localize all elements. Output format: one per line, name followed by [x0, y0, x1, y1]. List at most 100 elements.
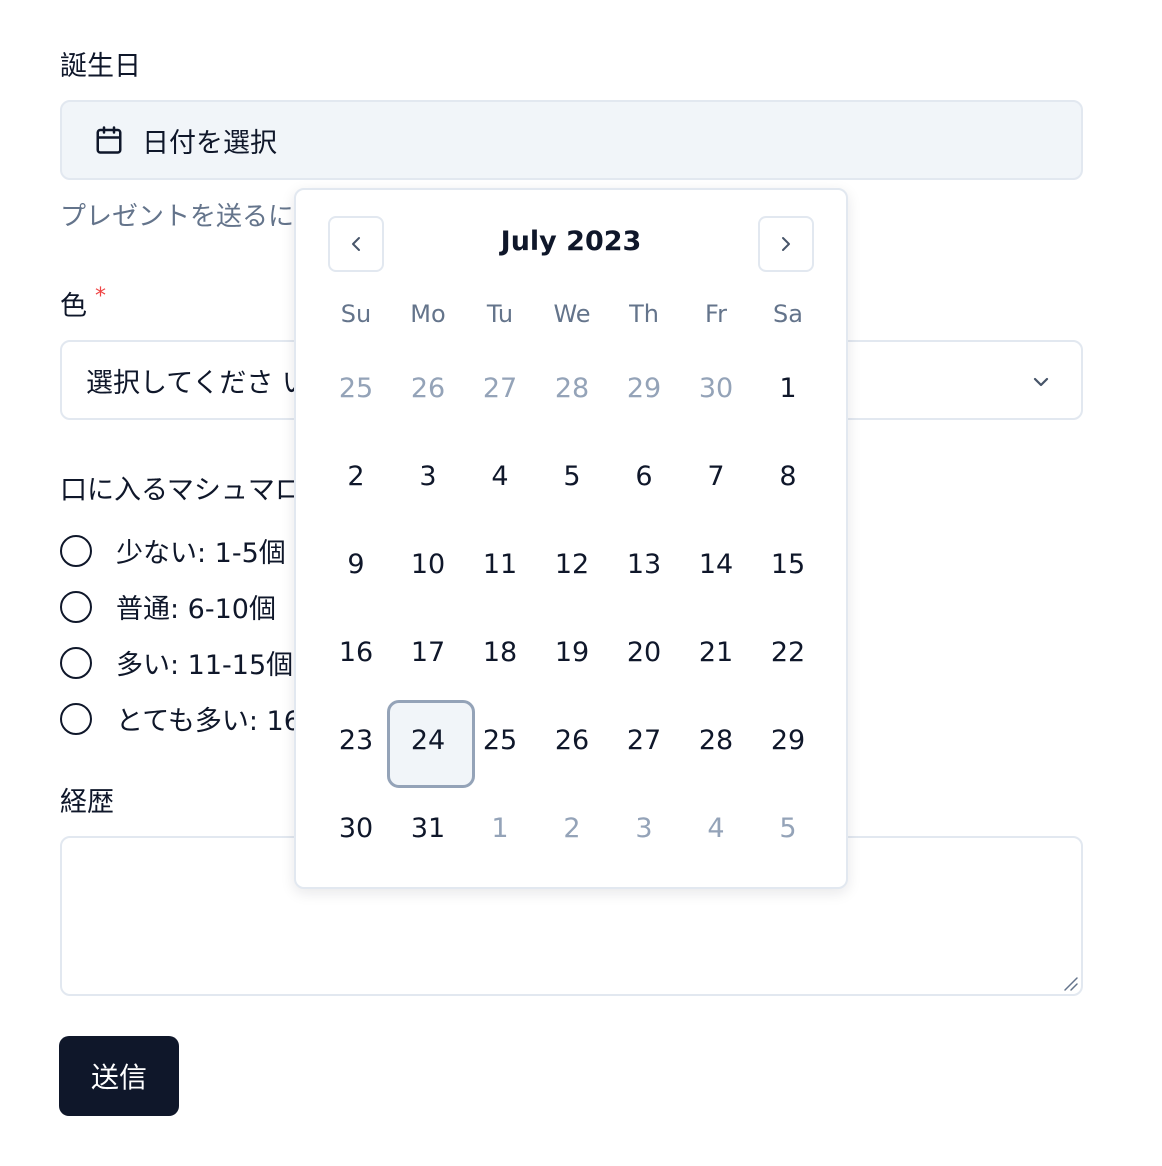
radio-option-many[interactable]: 多い: 11-15個 — [60, 643, 293, 682]
calendar-day-outside[interactable]: 27 — [464, 344, 536, 432]
calendar-day[interactable]: 17 — [392, 608, 464, 696]
radio-option-label: 普通: 6-10個 — [116, 594, 276, 625]
calendar-day[interactable]: 14 — [680, 520, 752, 608]
calendar-grid: 25 26 27 28 29 30 1 2 3 4 5 6 7 8 9 10 11 12 13 14 15 16 17 18 1… — [320, 344, 824, 872]
radio-option-very-many[interactable]: とても多い: 16 — [60, 699, 301, 738]
calendar-day[interactable]: 12 — [536, 520, 608, 608]
calendar-day-number: 23 — [338, 724, 374, 756]
calendar-day[interactable]: 10 — [392, 520, 464, 608]
required-mark: * — [95, 284, 106, 309]
calendar-day-number: 13 — [626, 548, 662, 580]
calendar-week: 25 26 27 28 29 30 1 — [320, 344, 824, 432]
calendar-day-number: 20 — [626, 636, 662, 668]
calendar-day[interactable]: 4 — [464, 432, 536, 520]
calendar-day-selected[interactable]: 24 — [387, 696, 475, 788]
resize-handle-icon[interactable] — [1061, 974, 1079, 992]
color-label: 色 * — [60, 284, 106, 323]
calendar-day-outside[interactable]: 25 — [320, 344, 392, 432]
weekday-label: Tu — [486, 300, 514, 328]
calendar-day[interactable]: 13 — [608, 520, 680, 608]
weekday-label: Th — [629, 300, 659, 328]
radio-button[interactable] — [60, 534, 92, 567]
calendar-day[interactable]: 2 — [320, 432, 392, 520]
calendar-day[interactable]: 8 — [752, 432, 824, 520]
calendar-day-outside[interactable]: 28 — [536, 344, 608, 432]
chevron-down-icon — [1033, 377, 1049, 387]
calendar-day[interactable]: 3 — [392, 432, 464, 520]
calendar-day-number: 7 — [707, 460, 725, 492]
calendar-day-number: 31 — [410, 812, 446, 844]
calendar-day[interactable]: 6 — [608, 432, 680, 520]
calendar-day-number: 3 — [419, 460, 437, 492]
calendar-day[interactable]: 16 — [320, 608, 392, 696]
calendar-day-number: 25 — [482, 724, 518, 756]
calendar-week: 9 10 11 12 13 14 15 — [320, 520, 824, 608]
date-picker-button[interactable]: 日付を選択 — [60, 100, 1083, 180]
calendar-day[interactable]: 7 — [680, 432, 752, 520]
calendar-day-number: 26 — [554, 724, 590, 756]
birthday-label: 誕生日 — [60, 51, 141, 82]
calendar-day-outside[interactable]: 1 — [464, 784, 536, 872]
calendar-day-outside[interactable]: 4 — [680, 784, 752, 872]
calendar-day[interactable]: 18 — [464, 608, 536, 696]
calendar-day[interactable]: 1 — [752, 344, 824, 432]
calendar-day[interactable]: 5 — [536, 432, 608, 520]
calendar-day-number: 5 — [779, 812, 797, 844]
calendar-day-number: 8 — [779, 460, 797, 492]
calendar-day-outside[interactable]: 26 — [392, 344, 464, 432]
calendar-day[interactable]: 29 — [752, 696, 824, 784]
birthday-helper-text: プレゼントを送るに — [60, 202, 295, 232]
calendar-day-number: 25 — [338, 372, 374, 404]
calendar-day-number: 4 — [491, 460, 509, 492]
calendar-day-number: 21 — [698, 636, 734, 668]
calendar-day[interactable]: 31 — [392, 784, 464, 872]
calendar-day-outside[interactable]: 29 — [608, 344, 680, 432]
calendar-day[interactable]: 28 — [680, 696, 752, 784]
calendar-day[interactable]: 25 — [464, 696, 536, 784]
radio-option-label: 少ない: 1-5個 — [116, 538, 286, 569]
calendar-day[interactable]: 21 — [680, 608, 752, 696]
calendar-day-number: 2 — [347, 460, 365, 492]
calendar-day-number: 6 — [635, 460, 653, 492]
submit-button[interactable]: 送信 — [59, 1036, 179, 1116]
radio-button[interactable] — [60, 590, 92, 623]
calendar-week: 16 17 18 19 20 21 22 — [320, 608, 824, 696]
radio-option-few[interactable]: 少ない: 1-5個 — [60, 531, 286, 570]
calendar-day[interactable]: 30 — [320, 784, 392, 872]
calendar-day-outside[interactable]: 5 — [752, 784, 824, 872]
calendar-day-outside[interactable]: 2 — [536, 784, 608, 872]
calendar-day[interactable]: 11 — [464, 520, 536, 608]
calendar-day-number: 14 — [698, 548, 734, 580]
weekday-label: Mo — [410, 300, 446, 328]
radio-option-normal[interactable]: 普通: 6-10個 — [60, 587, 276, 626]
calendar-day-number: 16 — [338, 636, 374, 668]
calendar-day-number: 10 — [410, 548, 446, 580]
weekday-label: We — [553, 300, 591, 328]
calendar-day[interactable]: 26 — [536, 696, 608, 784]
radio-button[interactable] — [60, 702, 92, 735]
weekday-label: Sa — [773, 300, 803, 328]
calendar-day[interactable]: 15 — [752, 520, 824, 608]
calendar-day-outside[interactable]: 30 — [680, 344, 752, 432]
calendar-day-number: 18 — [482, 636, 518, 668]
radio-option-label: 多い: 11-15個 — [116, 650, 294, 681]
color-select-value: 選択してくださ い — [86, 367, 309, 399]
next-month-button[interactable] — [758, 216, 814, 272]
chevron-right-icon — [782, 237, 790, 251]
calendar-icon — [96, 126, 122, 154]
calendar-day-number: 4 — [707, 812, 725, 844]
calendar-day-number: 9 — [347, 548, 365, 580]
calendar-day[interactable]: 27 — [608, 696, 680, 784]
calendar-day-outside[interactable]: 3 — [608, 784, 680, 872]
calendar-day[interactable]: 9 — [320, 520, 392, 608]
calendar-day-number: 3 — [635, 812, 653, 844]
calendar-day[interactable]: 19 — [536, 608, 608, 696]
calendar-day-number: 19 — [554, 636, 590, 668]
radio-button[interactable] — [60, 646, 92, 679]
calendar-week: 2 3 4 5 6 7 8 — [320, 432, 824, 520]
calendar-day-number: 30 — [338, 812, 374, 844]
calendar-day-number: 24 — [410, 724, 446, 756]
calendar-day[interactable]: 20 — [608, 608, 680, 696]
calendar-day[interactable]: 22 — [752, 608, 824, 696]
calendar-day[interactable]: 23 — [320, 696, 392, 784]
